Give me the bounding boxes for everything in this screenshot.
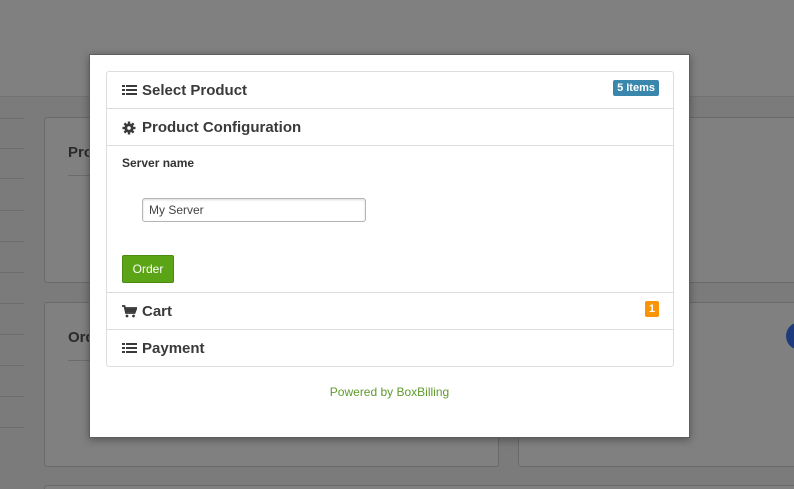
product-configuration-header[interactable]: Product Configuration [107, 109, 673, 146]
list-icon [122, 84, 137, 97]
order-accordion: Select Product 5 Items Product Configura… [106, 71, 674, 367]
list-icon [122, 342, 137, 355]
server-name-label: Server name [122, 156, 195, 170]
cart-icon [122, 304, 137, 318]
cart-count-badge: 1 [644, 301, 659, 317]
product-configuration-label: Product Configuration [142, 118, 302, 136]
cart-label: Cart [142, 302, 173, 320]
select-product-header[interactable]: Select Product 5 Items [107, 72, 673, 109]
server-name-input[interactable] [142, 198, 366, 222]
gear-icon [122, 121, 137, 134]
items-count-badge: 5 Items [613, 80, 659, 96]
cart-header[interactable]: Cart 1 [107, 293, 673, 330]
select-product-label: Select Product [142, 81, 248, 99]
product-configuration-body: Server name Order [107, 146, 673, 293]
powered-by-link[interactable]: Powered by BoxBilling [90, 385, 689, 399]
background-panel-footer [44, 485, 794, 489]
payment-label: Payment [142, 339, 205, 357]
background-sidebar [0, 96, 24, 489]
payment-header[interactable]: Payment [107, 330, 673, 366]
order-modal: Select Product 5 Items Product Configura… [89, 54, 690, 438]
order-button[interactable]: Order [122, 255, 174, 283]
